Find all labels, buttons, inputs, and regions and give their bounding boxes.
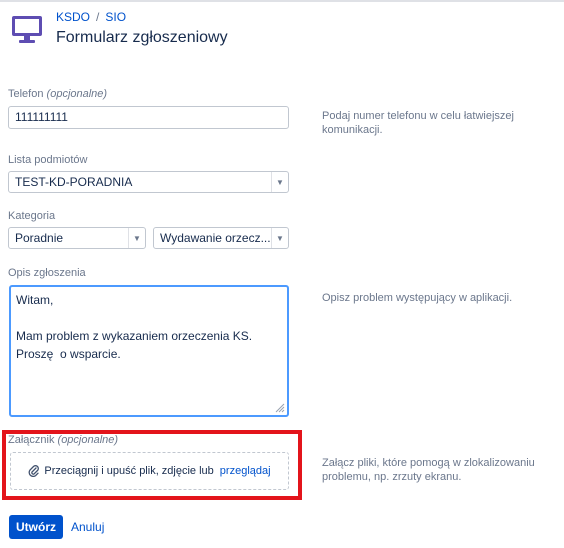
- attachment-help: Załącz pliki, które pomogą w zlokalizowa…: [322, 457, 535, 483]
- top-divider: [0, 0, 564, 2]
- breadcrumb: KSDO / SIO: [56, 10, 126, 24]
- resize-handle-icon[interactable]: [275, 403, 285, 413]
- breadcrumb-separator: /: [96, 10, 100, 24]
- breadcrumb-ksdo[interactable]: KSDO: [56, 10, 90, 24]
- entities-label: Lista podmiotów: [8, 154, 88, 166]
- chevron-down-icon: ▼: [271, 172, 288, 192]
- description-line: [16, 309, 282, 327]
- attachment-label: Załącznik (opcjonalne): [8, 434, 118, 446]
- browse-link[interactable]: przeglądaj: [220, 465, 271, 477]
- phone-help: Podaj numer telefonu w celu łatwiejszej …: [322, 110, 514, 136]
- category-secondary-value: Wydawanie orzecz...: [160, 231, 271, 245]
- phone-label: Telefon (opcjonalne): [8, 88, 107, 100]
- description-line: Witam,: [16, 293, 54, 307]
- page-title: Formularz zgłoszeniowy: [56, 29, 228, 46]
- description-help: Opisz problem występujący w aplikacji.: [322, 292, 513, 304]
- phone-label-text: Telefon: [8, 88, 44, 100]
- category-label: Kategoria: [8, 210, 56, 222]
- attachment-label-text: Załącznik: [8, 434, 55, 446]
- category-primary-select[interactable]: Poradnie ▼: [8, 227, 146, 249]
- description-textarea[interactable]: Witam, Mam problem z wykazaniem orzeczen…: [9, 285, 289, 417]
- description-label: Opis zgłoszenia: [8, 267, 86, 279]
- submit-button[interactable]: Utwórz: [9, 515, 63, 539]
- phone-input[interactable]: 111111111: [8, 106, 289, 129]
- category-primary-value: Poradnie: [15, 231, 64, 245]
- phone-optional-text: (opcjonalne): [46, 88, 108, 100]
- breadcrumb-sio[interactable]: SIO: [105, 10, 126, 24]
- chevron-down-icon: ▼: [128, 228, 145, 248]
- paperclip-icon: [29, 465, 40, 477]
- chevron-down-icon: ▼: [271, 228, 288, 248]
- dropzone-text: Przeciągnij i upuść plik, zdjęcie lub: [44, 465, 214, 477]
- monitor-icon: [12, 16, 42, 43]
- entities-selected: TEST-KD-PORADNIA: [15, 175, 133, 189]
- description-line: Mam problem z wykazaniem orzeczenia KS.: [16, 329, 253, 343]
- attachment-optional-text: (opcjonalne): [57, 434, 119, 446]
- description-line: Proszę o wsparcie.: [16, 347, 121, 361]
- entities-select[interactable]: TEST-KD-PORADNIA ▼: [8, 171, 289, 193]
- cancel-link[interactable]: Anuluj: [71, 520, 104, 534]
- attachment-dropzone[interactable]: Przeciągnij i upuść plik, zdjęcie lub pr…: [10, 452, 289, 490]
- category-secondary-select[interactable]: Wydawanie orzecz... ▼: [153, 227, 289, 249]
